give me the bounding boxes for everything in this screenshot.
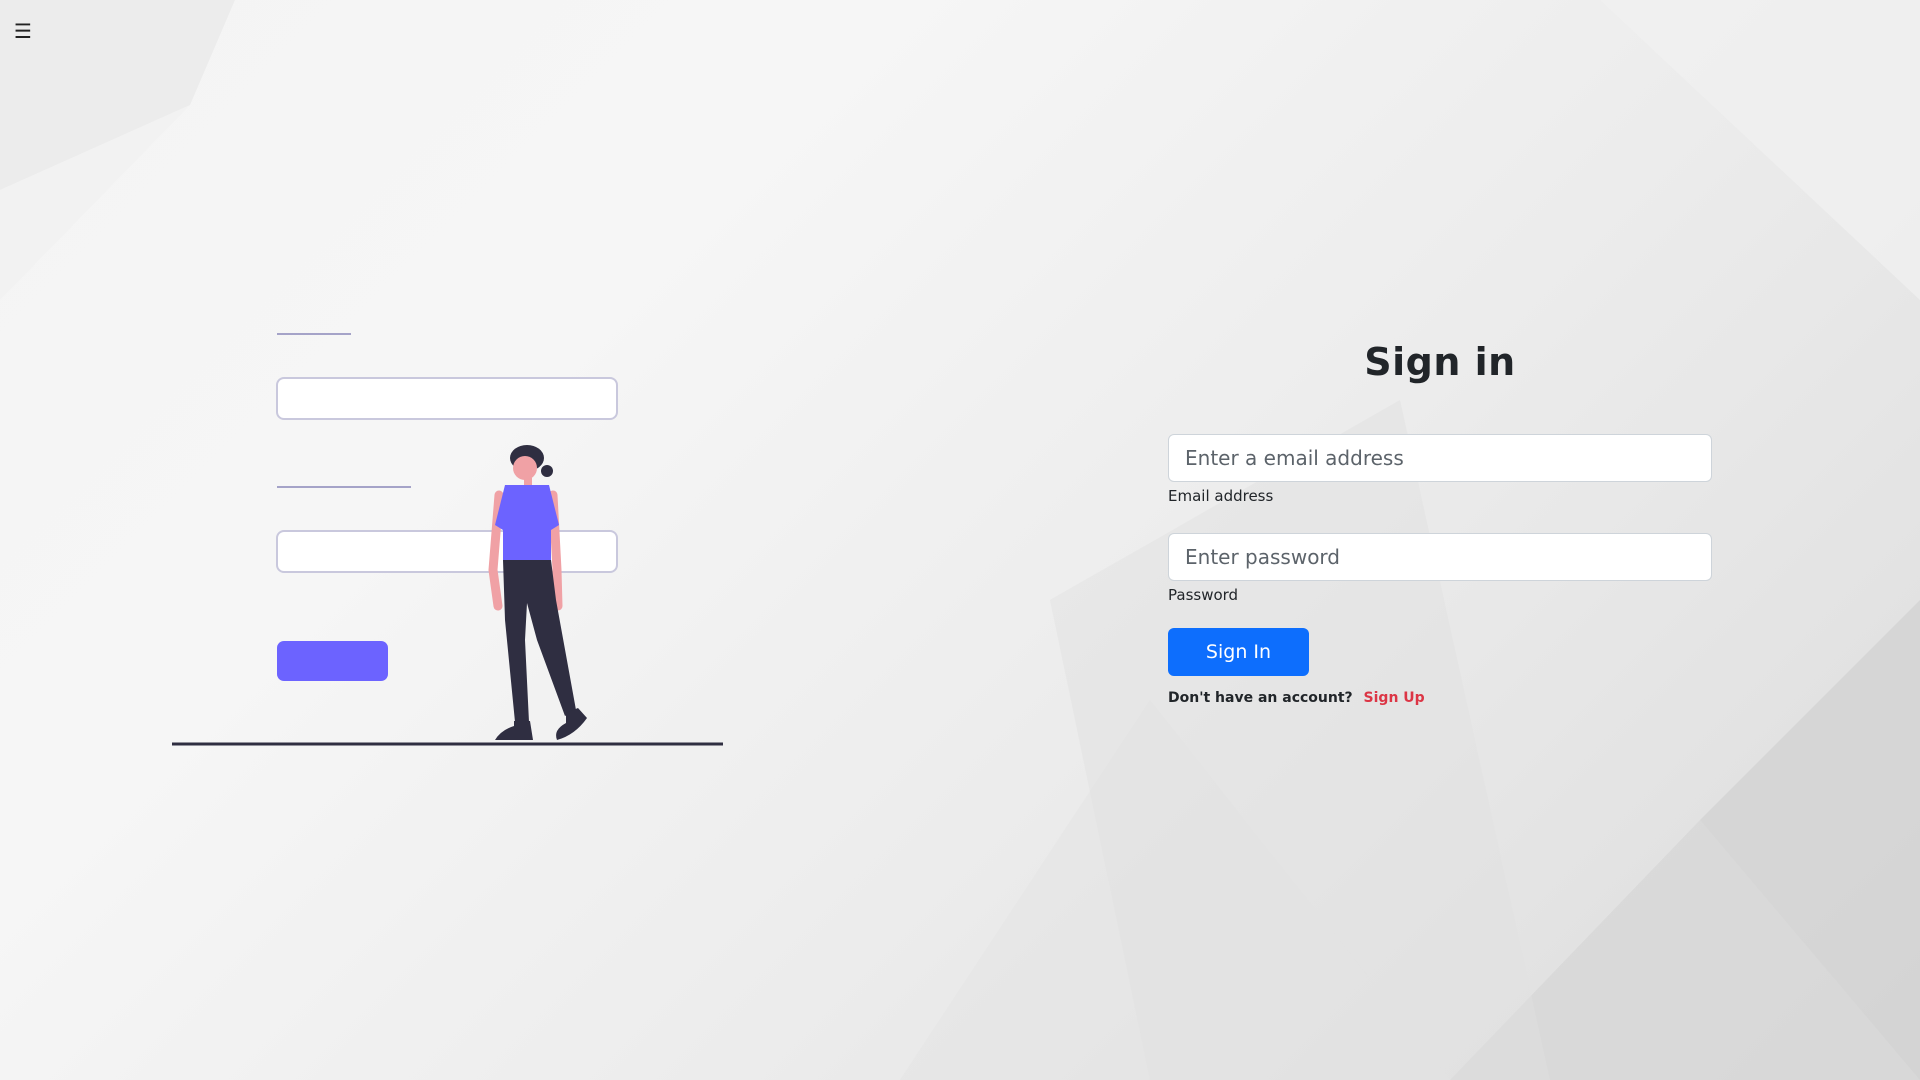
signin-panel: Sign in Email address Password Sign In D… [1168,340,1712,706]
email-label: Email address [1168,487,1274,505]
email-field-group: Email address [1168,434,1712,505]
hamburger-menu-button[interactable]: ☰ [14,18,40,44]
password-label: Password [1168,586,1239,604]
password-input[interactable] [1168,533,1712,581]
hamburger-menu-icon: ☰ [14,19,32,43]
sign-up-link[interactable]: Sign Up [1364,690,1425,706]
signin-title: Sign in [1364,340,1516,384]
sign-in-button[interactable]: Sign In [1168,628,1309,676]
signup-row: Don't have an account? Sign Up [1168,690,1712,706]
password-field-group: Password [1168,533,1712,604]
signup-prompt: Don't have an account? [1168,690,1353,706]
email-input[interactable] [1168,434,1712,482]
login-illustration [172,333,723,746]
